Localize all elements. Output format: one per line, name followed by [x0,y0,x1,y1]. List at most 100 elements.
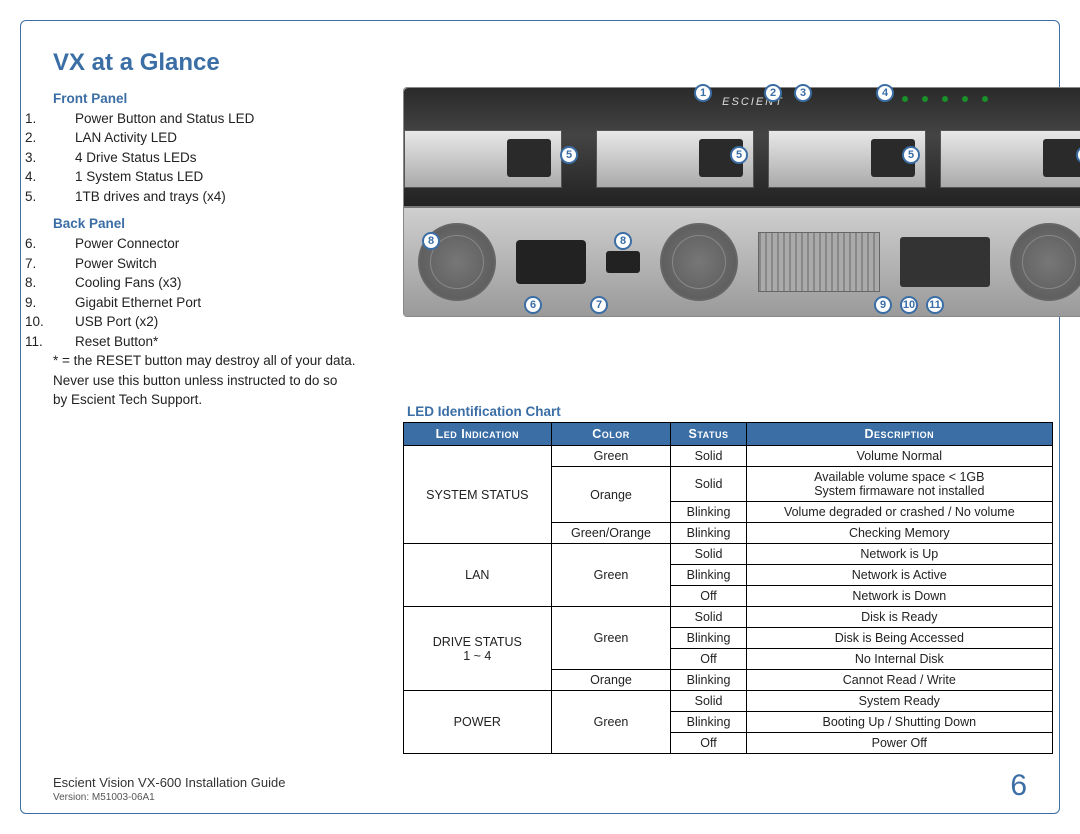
cell-color: Orange [551,467,671,523]
front-panel-item: 2.LAN Activity LED [53,128,373,148]
front-panel-item: 4.1 System Status LED [53,167,373,187]
reset-note: * = the RESET button may destroy all of … [53,351,373,410]
page-title: VX at a Glance [53,49,1027,77]
callout-4: 4 [876,84,894,102]
callout-3: 3 [794,84,812,102]
led-identification-table: Led IndicationColorStatusDescription SYS… [403,422,1053,754]
callout-9: 9 [874,296,892,314]
back-panel-item: 10.USB Port (x2) [53,312,373,332]
callout-1: 1 [694,84,712,102]
cell-description: No Internal Disk [746,649,1052,670]
callout-7: 7 [590,296,608,314]
cooling-fan-icon [1010,223,1080,301]
callout-8: 8 [422,232,440,250]
cell-status: Solid [671,544,746,565]
led-chart-block: LED Identification Chart Led IndicationC… [403,404,1027,754]
cell-status: Solid [671,467,746,502]
cell-color: Orange [551,670,671,691]
table-header: Led Indication [404,423,552,446]
content-row: Front Panel 1.Power Button and Status LE… [53,87,1027,410]
drive-bay [940,130,1080,188]
cell-description: Booting Up / Shutting Down [746,712,1052,733]
table-row: SYSTEM STATUSGreenSolidVolume Normal [404,446,1053,467]
back-panel-list: 6.Power Connector7.Power Switch8.Cooling… [53,234,373,351]
io-ports-icon [900,237,990,287]
cell-status: Blinking [671,565,746,586]
cooling-fan-icon [660,223,738,301]
cell-status: Blinking [671,712,746,733]
cell-description: Volume degraded or crashed / No volume [746,502,1052,523]
cell-led: POWER [404,691,552,754]
cell-description: Available volume space < 1GBSystem firma… [746,467,1052,502]
reset-note-line: by Escient Tech Support. [53,390,373,410]
left-column: Front Panel 1.Power Button and Status LE… [53,87,373,410]
table-header: Color [551,423,671,446]
cell-description: Checking Memory [746,523,1052,544]
back-panel-item: 6.Power Connector [53,234,373,254]
cell-description: Disk is Being Accessed [746,628,1052,649]
table-header: Status [671,423,746,446]
right-column: ESCIENT 1 [403,87,1080,410]
status-led-strip [882,96,1080,106]
table-row: DRIVE STATUS1 ~ 4GreenSolidDisk is Ready [404,607,1053,628]
page-number: 6 [1010,769,1027,803]
drive-bay [404,130,562,188]
power-switch-icon [606,251,640,273]
front-panel-heading: Front Panel [53,89,373,109]
device-illustration: ESCIENT 1 [403,87,1080,317]
back-panel-item: 11.Reset Button* [53,332,373,352]
table-row: LANGreenSolidNetwork is Up [404,544,1053,565]
back-panel-heading: Back Panel [53,214,373,234]
cell-description: Network is Up [746,544,1052,565]
callout-8: 8 [614,232,632,250]
cell-led: DRIVE STATUS1 ~ 4 [404,607,552,691]
cell-led: SYSTEM STATUS [404,446,552,544]
device-back [404,208,1080,316]
table-row: POWERGreenSolidSystem Ready [404,691,1053,712]
cell-description: Power Off [746,733,1052,754]
cell-description: Volume Normal [746,446,1052,467]
callout-2: 2 [764,84,782,102]
power-connector-icon [516,240,586,284]
front-panel-item: 3.4 Drive Status LEDs [53,148,373,168]
cell-led: LAN [404,544,552,607]
footer-left: Escient Vision VX-600 Installation Guide… [53,775,285,803]
cell-status: Solid [671,446,746,467]
page-frame: VX at a Glance Front Panel 1.Power Butto… [20,20,1060,814]
page-footer: Escient Vision VX-600 Installation Guide… [53,769,1027,803]
back-panel-item: 8.Cooling Fans (x3) [53,273,373,293]
cell-description: Cannot Read / Write [746,670,1052,691]
reset-note-line: * = the RESET button may destroy all of … [53,351,373,371]
callout-5: 5 [560,146,578,164]
cell-status: Off [671,586,746,607]
cell-color: Green [551,544,671,607]
vent-grille [758,232,880,292]
callout-10: 10 [900,296,918,314]
cell-status: Blinking [671,670,746,691]
back-panel-item: 7.Power Switch [53,254,373,274]
cell-description: Network is Active [746,565,1052,586]
cell-status: Solid [671,607,746,628]
cell-status: Blinking [671,523,746,544]
cell-color: Green [551,446,671,467]
callout-11: 11 [926,296,944,314]
cell-description: System Ready [746,691,1052,712]
front-panel-item: 1.Power Button and Status LED [53,109,373,129]
cell-color: Green [551,607,671,670]
cell-status: Off [671,649,746,670]
callout-6: 6 [524,296,542,314]
callout-5: 5 [902,146,920,164]
cell-color: Green/Orange [551,523,671,544]
cell-description: Network is Down [746,586,1052,607]
cell-status: Blinking [671,502,746,523]
back-panel-item: 9.Gigabit Ethernet Port [53,293,373,313]
front-panel-item: 5.1TB drives and trays (x4) [53,187,373,207]
cell-status: Solid [671,691,746,712]
version-label: Version: M51003-06A1 [53,792,285,803]
table-header: Description [746,423,1052,446]
front-panel-list: 1.Power Button and Status LED2.LAN Activ… [53,109,373,207]
guide-title: Escient Vision VX-600 Installation Guide [53,775,285,790]
cell-status: Blinking [671,628,746,649]
cell-status: Off [671,733,746,754]
reset-note-line: Never use this button unless instructed … [53,371,373,391]
